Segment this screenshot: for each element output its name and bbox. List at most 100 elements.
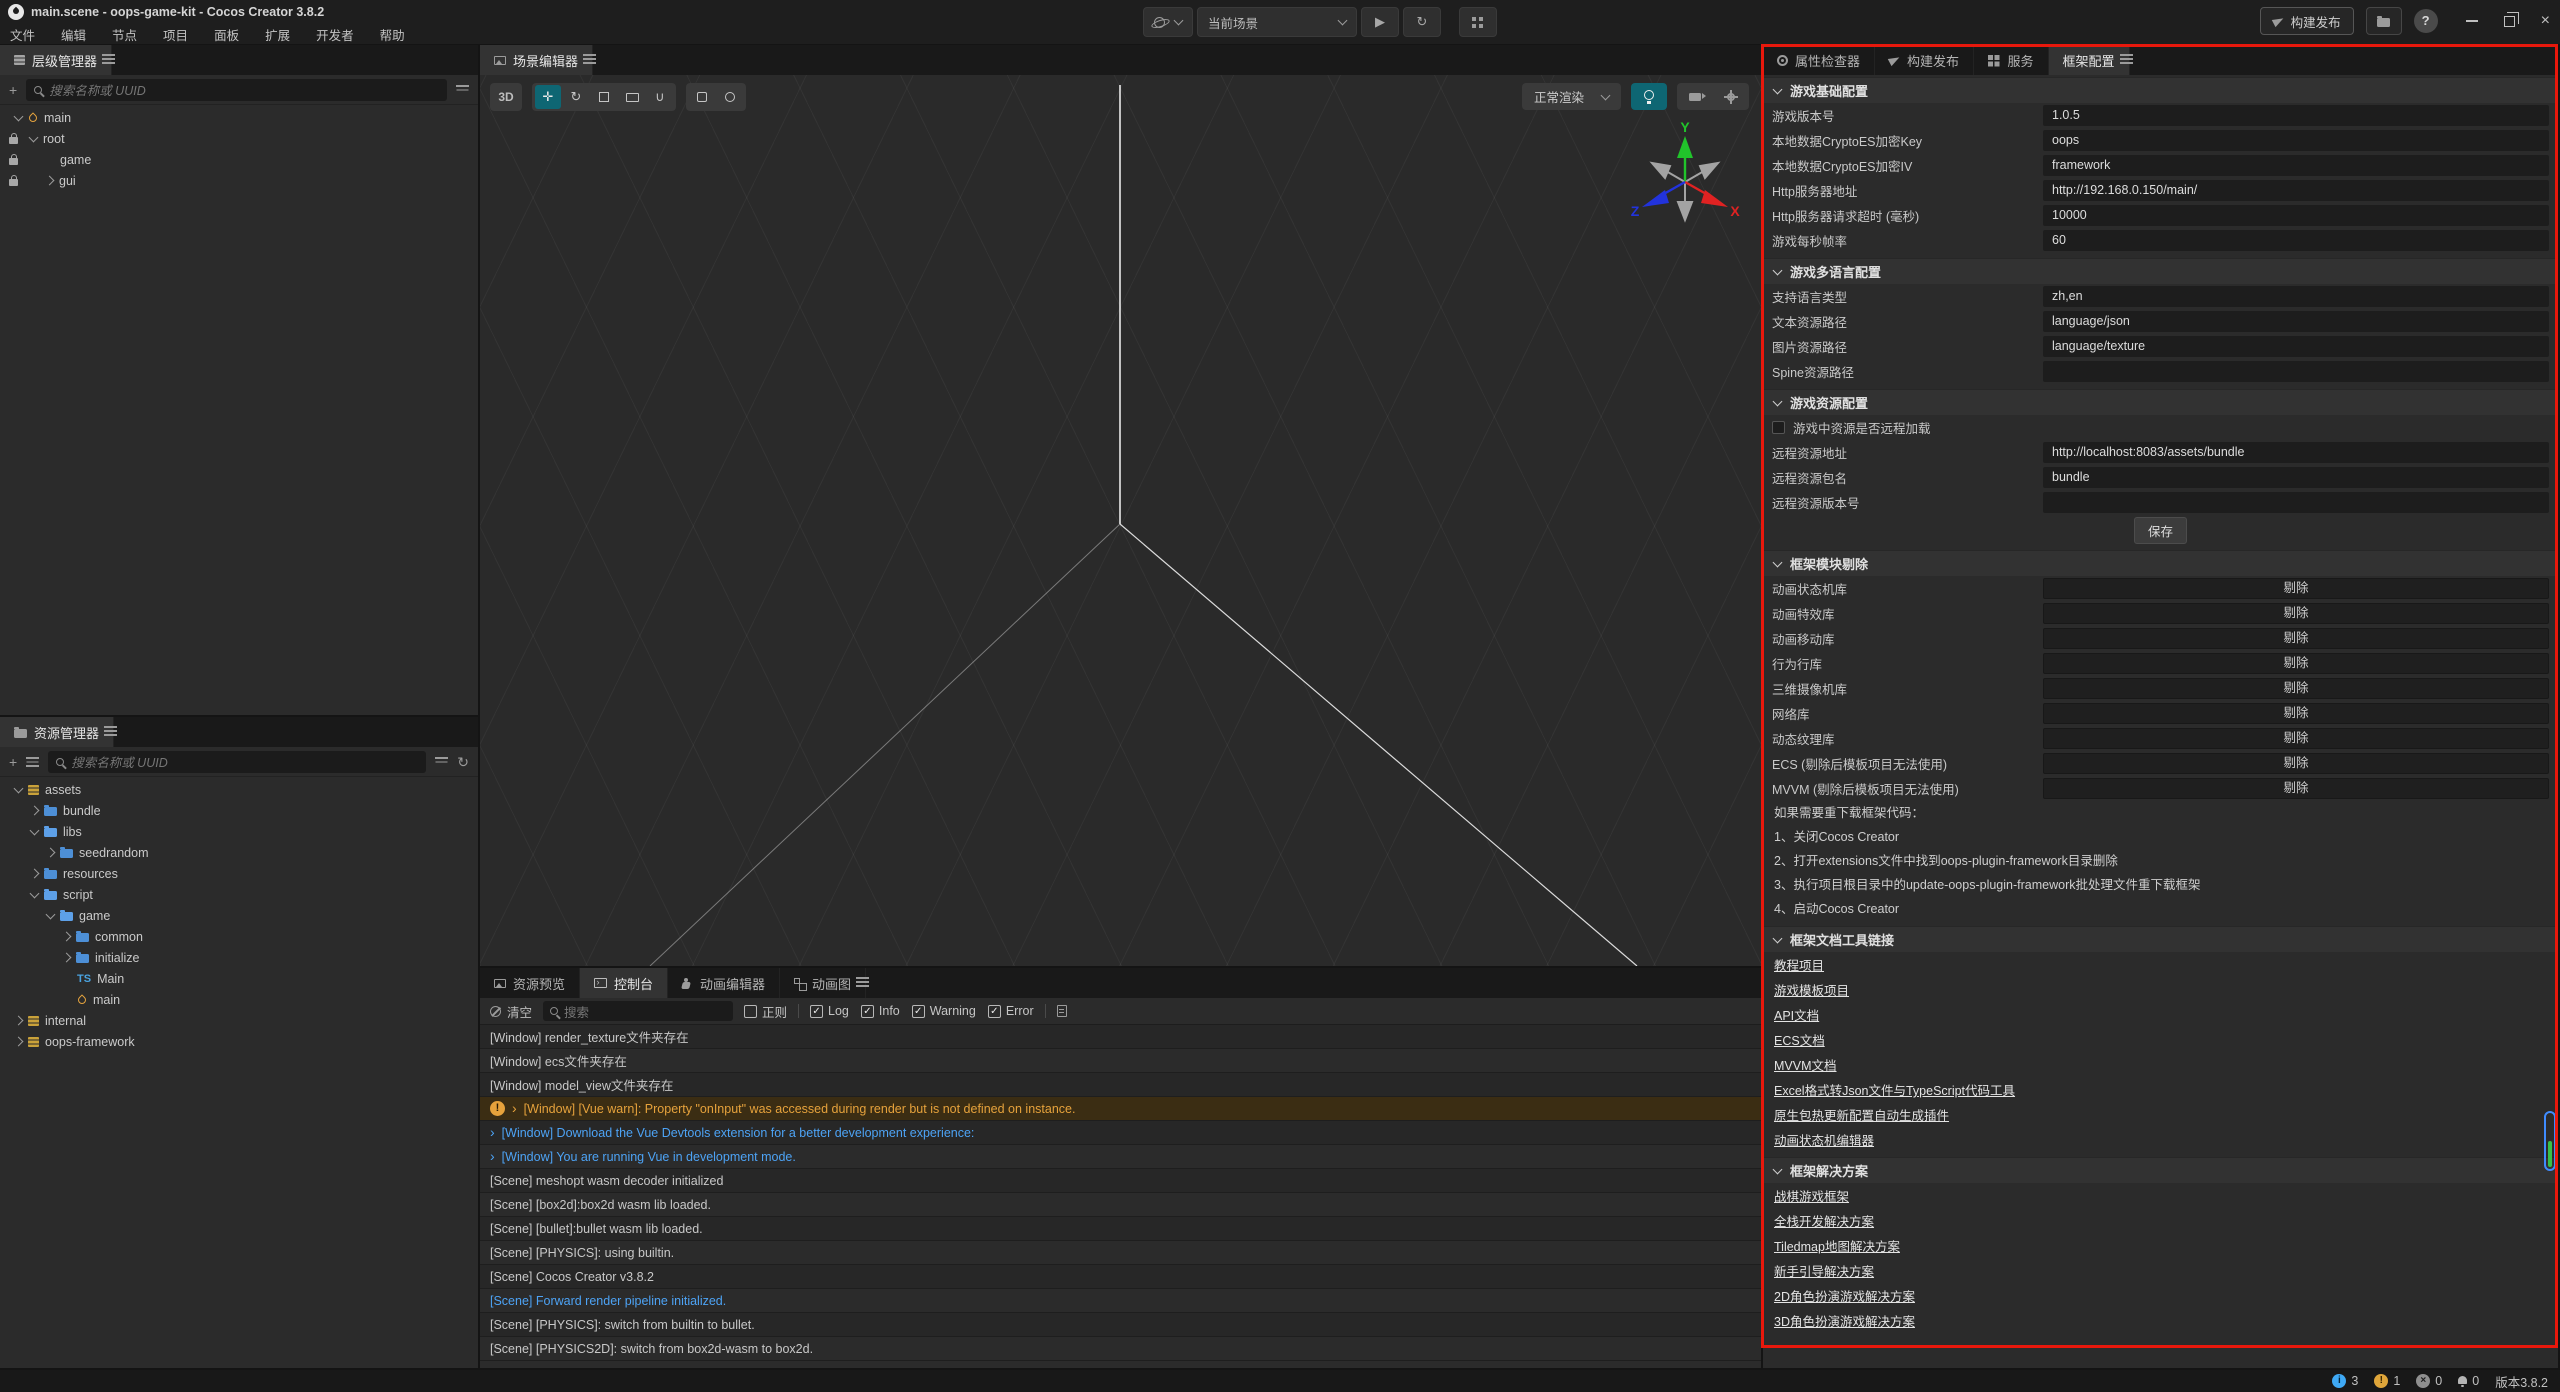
lighting-toggle-button[interactable] — [1631, 83, 1667, 110]
panel-menu-icon[interactable] — [856, 977, 869, 979]
console-filter-warning[interactable]: ✓Warning — [912, 1004, 976, 1018]
menu-item[interactable]: 开发者 — [316, 25, 354, 44]
console-log-row[interactable]: [Scene] [bullet]:bullet wasm lib loaded. — [480, 1217, 1761, 1241]
console-tab[interactable]: 资源预览 — [480, 968, 580, 998]
transform-gizmo-button[interactable]: ∪ — [647, 85, 673, 109]
checkbox-icon[interactable] — [1772, 421, 1785, 434]
doc-link[interactable]: 新手引导解决方案 — [1774, 1261, 1874, 1280]
console-filter-error[interactable]: ✓Error — [988, 1004, 1034, 1018]
doc-link[interactable]: 2D角色扮演游戏解决方案 — [1774, 1286, 1915, 1305]
remove-button[interactable]: 剔除 — [2043, 703, 2549, 724]
panel-menu-icon[interactable] — [104, 726, 117, 728]
tree-item[interactable]: initialize — [0, 947, 478, 968]
console-log-row[interactable]: [Scene] [PHYSICS]: using builtin. — [480, 1241, 1761, 1265]
console-log-row[interactable]: [Window] model_view文件夹存在 — [480, 1073, 1761, 1097]
remove-button[interactable]: 剔除 — [2043, 728, 2549, 749]
restore-button[interactable] — [2504, 16, 2515, 27]
tree-item[interactable]: TSMain — [0, 968, 478, 989]
console-log-row[interactable]: [Window] ecs文件夹存在 — [480, 1049, 1761, 1073]
minimize-button[interactable] — [2466, 20, 2478, 22]
regex-checkbox[interactable]: 正则 — [744, 1002, 787, 1021]
inspector-tab[interactable]: 属性检查器 — [1763, 45, 1875, 75]
sort-icon[interactable] — [26, 757, 39, 759]
section-header[interactable]: 游戏多语言配置 — [1763, 258, 2558, 284]
field-input[interactable]: 10000 — [2043, 205, 2549, 226]
console-filter-log[interactable]: ✓Log — [810, 1004, 849, 1018]
remove-button[interactable]: 剔除 — [2043, 753, 2549, 774]
chev-right-icon[interactable] — [45, 176, 55, 186]
field-input[interactable] — [2043, 492, 2549, 513]
field-input[interactable]: oops — [2043, 130, 2549, 151]
field-input[interactable]: zh,en — [2043, 286, 2549, 307]
field-input[interactable]: framework — [2043, 155, 2549, 176]
chev-right-icon[interactable] — [62, 932, 72, 942]
chev-down-icon[interactable] — [14, 111, 24, 121]
open-project-folder-button[interactable] — [2366, 7, 2402, 35]
chev-right-icon[interactable] — [62, 953, 72, 963]
preview-qr-button[interactable] — [1459, 7, 1497, 37]
doc-link[interactable]: 动画状态机编辑器 — [1774, 1130, 1874, 1149]
panel-menu-icon[interactable] — [2120, 54, 2133, 56]
doc-link[interactable]: 原生包热更新配置自动生成插件 — [1774, 1105, 1949, 1124]
tab-hierarchy[interactable]: 层级管理器 — [0, 45, 112, 75]
info-count[interactable]: i 3 — [2332, 1374, 2358, 1388]
hierarchy-search-input[interactable]: 搜索名称或 UUID — [26, 79, 447, 101]
chev-right-icon[interactable] — [30, 806, 40, 816]
doc-link[interactable]: Tiledmap地图解决方案 — [1774, 1236, 1900, 1255]
console-tab[interactable]: 控制台 — [580, 968, 668, 998]
rotate-tool-button[interactable]: ↻ — [563, 85, 589, 109]
doc-link[interactable]: ECS文档 — [1774, 1030, 1825, 1049]
menu-item[interactable]: 节点 — [112, 25, 137, 44]
camera-button[interactable] — [1677, 83, 1713, 110]
doc-link[interactable]: 战棋游戏框架 — [1774, 1186, 1849, 1205]
orientation-gizmo[interactable]: Y X Z — [1620, 117, 1750, 247]
toggle-3d-button[interactable]: 3D — [490, 83, 522, 111]
preview-target-button[interactable] — [1143, 7, 1193, 37]
clear-console-button[interactable]: 清空 — [490, 1002, 532, 1021]
scrollbar-thumb[interactable] — [2548, 1141, 2552, 1167]
menu-item[interactable]: 项目 — [163, 25, 188, 44]
scene-settings-button[interactable] — [1713, 83, 1749, 110]
scene-viewport[interactable]: Y X Z 3D ✛ ↻ ∪ 正常渲染 — [480, 75, 1761, 966]
assets-search-input[interactable]: 搜索名称或 UUID — [48, 751, 426, 773]
console-log-row[interactable]: [Scene] [box2d]:box2d wasm lib loaded. — [480, 1193, 1761, 1217]
field-input[interactable]: language/json — [2043, 311, 2549, 332]
doc-link[interactable]: 教程项目 — [1774, 955, 1824, 974]
doc-link[interactable]: 游戏模板项目 — [1774, 980, 1849, 999]
tree-item[interactable]: libs — [0, 821, 478, 842]
console-log-row[interactable]: ›[Window] Download the Vue Devtools exte… — [480, 1121, 1761, 1145]
menu-item[interactable]: 扩展 — [265, 25, 290, 44]
scrollbar[interactable] — [2544, 1111, 2556, 1171]
console-log-row[interactable]: [Scene] meshopt wasm decoder initialized — [480, 1169, 1761, 1193]
chev-right-icon[interactable] — [46, 848, 56, 858]
section-header[interactable]: 游戏资源配置 — [1763, 389, 2558, 415]
console-tab[interactable]: 动画图 — [780, 968, 866, 998]
tab-assets[interactable]: 资源管理器 — [0, 717, 114, 747]
console-log-row[interactable]: [Scene] [PHYSICS]: switch from builtin t… — [480, 1313, 1761, 1337]
tree-item[interactable]: script — [0, 884, 478, 905]
play-button[interactable]: ▶ — [1361, 7, 1399, 37]
chev-right-icon[interactable] — [14, 1016, 24, 1026]
remove-button[interactable]: 剔除 — [2043, 603, 2549, 624]
section-header[interactable]: 框架解决方案 — [1763, 1157, 2558, 1183]
close-button[interactable]: × — [2541, 12, 2550, 30]
tree-item[interactable]: resources — [0, 863, 478, 884]
field-input[interactable]: 1.0.5 — [2043, 105, 2549, 126]
tree-item[interactable]: root — [0, 128, 478, 149]
section-header[interactable]: 游戏基础配置 — [1763, 77, 2558, 103]
doc-link[interactable]: MVVM文档 — [1774, 1055, 1837, 1074]
tree-item[interactable]: common — [0, 926, 478, 947]
inspector-tab[interactable]: 框架配置 — [2049, 45, 2130, 75]
build-publish-button[interactable]: 构建发布 — [2260, 7, 2354, 35]
tree-item[interactable]: oops-framework — [0, 1031, 478, 1052]
panel-menu-icon[interactable] — [102, 54, 115, 56]
chev-down-icon[interactable] — [14, 783, 24, 793]
remove-button[interactable]: 剔除 — [2043, 778, 2549, 799]
filter-icon[interactable] — [435, 757, 448, 759]
field-input[interactable]: language/texture — [2043, 336, 2549, 357]
expand-chevron-icon[interactable]: › — [490, 1124, 495, 1140]
field-input[interactable]: http://localhost:8083/assets/bundle — [2043, 442, 2549, 463]
coordinate-button[interactable] — [717, 85, 743, 109]
chev-right-icon[interactable] — [14, 1037, 24, 1047]
tree-item[interactable]: main — [0, 989, 478, 1010]
